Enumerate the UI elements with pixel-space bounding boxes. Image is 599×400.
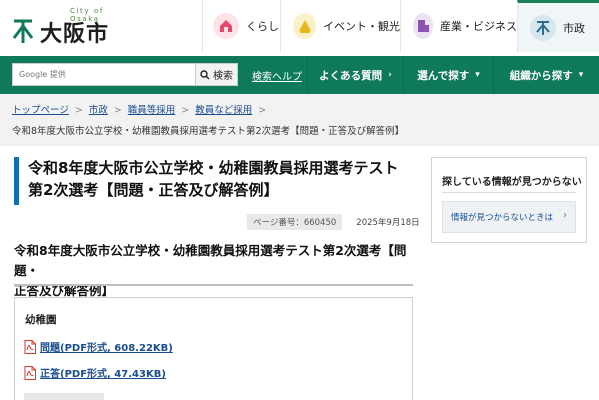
sidebar-divider [442, 192, 576, 193]
pdf-link-mondai[interactable]: 問題(PDF形式, 608.22KB) [40, 339, 173, 354]
chevron-down-icon: ▾ [578, 70, 584, 80]
building-icon [413, 13, 433, 39]
sidebar-heading: 探している情報が見つからない [442, 177, 582, 188]
chevron-right-icon: › [563, 210, 567, 221]
page-title-line1: 令和8年度大阪市公立学校・幼稚園教員採用選考テスト [28, 159, 399, 177]
breadcrumb-separator: > [258, 105, 267, 116]
breadcrumb-links: トップページ > 市政 > 職員等採用 > 教員など採用 > [12, 102, 272, 116]
breadcrumb-link-top[interactable]: トップページ [12, 105, 69, 116]
gnav-label: よくある質問 [319, 69, 383, 82]
osaka-city-logo[interactable]: City of Osaka 大阪市 [12, 7, 132, 49]
chevron-right-icon: › [388, 70, 392, 80]
header-nav-label: 市政 [563, 21, 585, 35]
section-heading-line1: 令和8年度大阪市公立学校・幼稚園教員採用選考テスト第2次選考【問題・ [14, 243, 407, 278]
update-date: 2025年9月18日 [356, 218, 420, 228]
header-nav-label: 産業・ビジネス [440, 20, 517, 33]
gnav-organization[interactable]: 組織から探す ▾ [493, 56, 599, 94]
search-input[interactable] [13, 64, 195, 85]
page-number: ページ番号：660450 [247, 214, 343, 230]
pdf-link-seito[interactable]: 正答(PDF形式, 47.43KB) [40, 365, 166, 380]
header-nav-kurashi[interactable]: くらし [202, 0, 280, 52]
breadcrumb-separator: > [113, 105, 122, 116]
header-nav-business[interactable]: 産業・ビジネス [400, 0, 517, 52]
search-button-label: 検索 [213, 71, 233, 82]
gnav-choose[interactable]: 選んで探す ▾ [403, 56, 493, 94]
gnav-label: 選んで探す [417, 69, 470, 82]
page-title: 令和8年度大阪市公立学校・幼稚園教員採用選考テスト 第2次選考【問題・正答及び解… [14, 157, 413, 205]
search-button[interactable]: 検索 [195, 64, 237, 85]
city-mark-icon [530, 14, 556, 41]
chevron-down-icon: ▾ [475, 70, 480, 80]
not-found-help-button[interactable]: 情報が見つからないときは › [442, 201, 576, 233]
not-found-help-label: 情報が見つからないときは [451, 213, 554, 223]
file-item: 正答(PDF形式, 47.43KB) [24, 365, 166, 380]
breadcrumb-link-recruit[interactable]: 職員等採用 [128, 105, 176, 116]
gnav-label: 組織から探す [509, 69, 573, 82]
search-icon [200, 69, 210, 79]
file-panel-footer [24, 393, 104, 400]
section-heading: 令和8年度大阪市公立学校・幼稚園教員採用選考テスト第2次選考【問題・ 正答及び解… [14, 241, 413, 301]
tourism-icon [293, 13, 316, 39]
breadcrumb: トップページ > 市政 > 職員等採用 > 教員など採用 > 令和8年度大阪市公立学校・幼稚園… [0, 94, 599, 146]
breadcrumb-separator: > [74, 105, 83, 116]
header-nav-label: イベント・観光 [323, 20, 400, 33]
breadcrumb-link-teacher[interactable]: 教員など採用 [195, 105, 252, 116]
heading-divider [14, 284, 413, 286]
page-title-line2: 第2次選考【問題・正答及び解答例】 [28, 181, 279, 199]
file-panel-heading: 幼稚園 [25, 314, 57, 326]
search-help-link[interactable]: 検索ヘルプ [252, 68, 302, 83]
breadcrumb-link-shisei[interactable]: 市政 [89, 105, 108, 116]
gnav-faq[interactable]: よくある質問 › [307, 56, 403, 94]
site-header: City of Osaka 大阪市 くらし イベント・観光 産業・ビジネス 市政 [0, 0, 599, 56]
city-emblem-icon [12, 19, 34, 43]
house-icon [213, 13, 239, 39]
help-sidebar: 探している情報が見つからない 情報が見つからないときは › [431, 157, 587, 243]
pdf-icon [24, 339, 36, 354]
header-nav-label: くらし [246, 20, 279, 33]
page-meta: ページ番号：660450 2025年9月18日 [247, 214, 420, 230]
file-panel: 幼稚園 問題(PDF形式, 608.22KB) 正答(PDF形式, 47.43K… [14, 297, 413, 400]
breadcrumb-separator: > [181, 105, 190, 116]
header-nav-shisei[interactable]: 市政 [517, 0, 599, 52]
global-nav-bar: 検索 検索ヘルプ よくある質問 › 選んで探す ▾ 組織から探す ▾ [0, 56, 599, 94]
breadcrumb-current: 令和8年度大阪市公立学校・幼稚園教員採用選考テスト第2次選考【問題・正答及び解答… [12, 126, 405, 137]
pdf-icon [24, 365, 36, 380]
file-item: 問題(PDF形式, 608.22KB) [24, 339, 173, 354]
site-search: 検索 [12, 63, 238, 86]
logo-text: 大阪市 [40, 22, 110, 47]
header-nav-events[interactable]: イベント・観光 [280, 0, 400, 52]
